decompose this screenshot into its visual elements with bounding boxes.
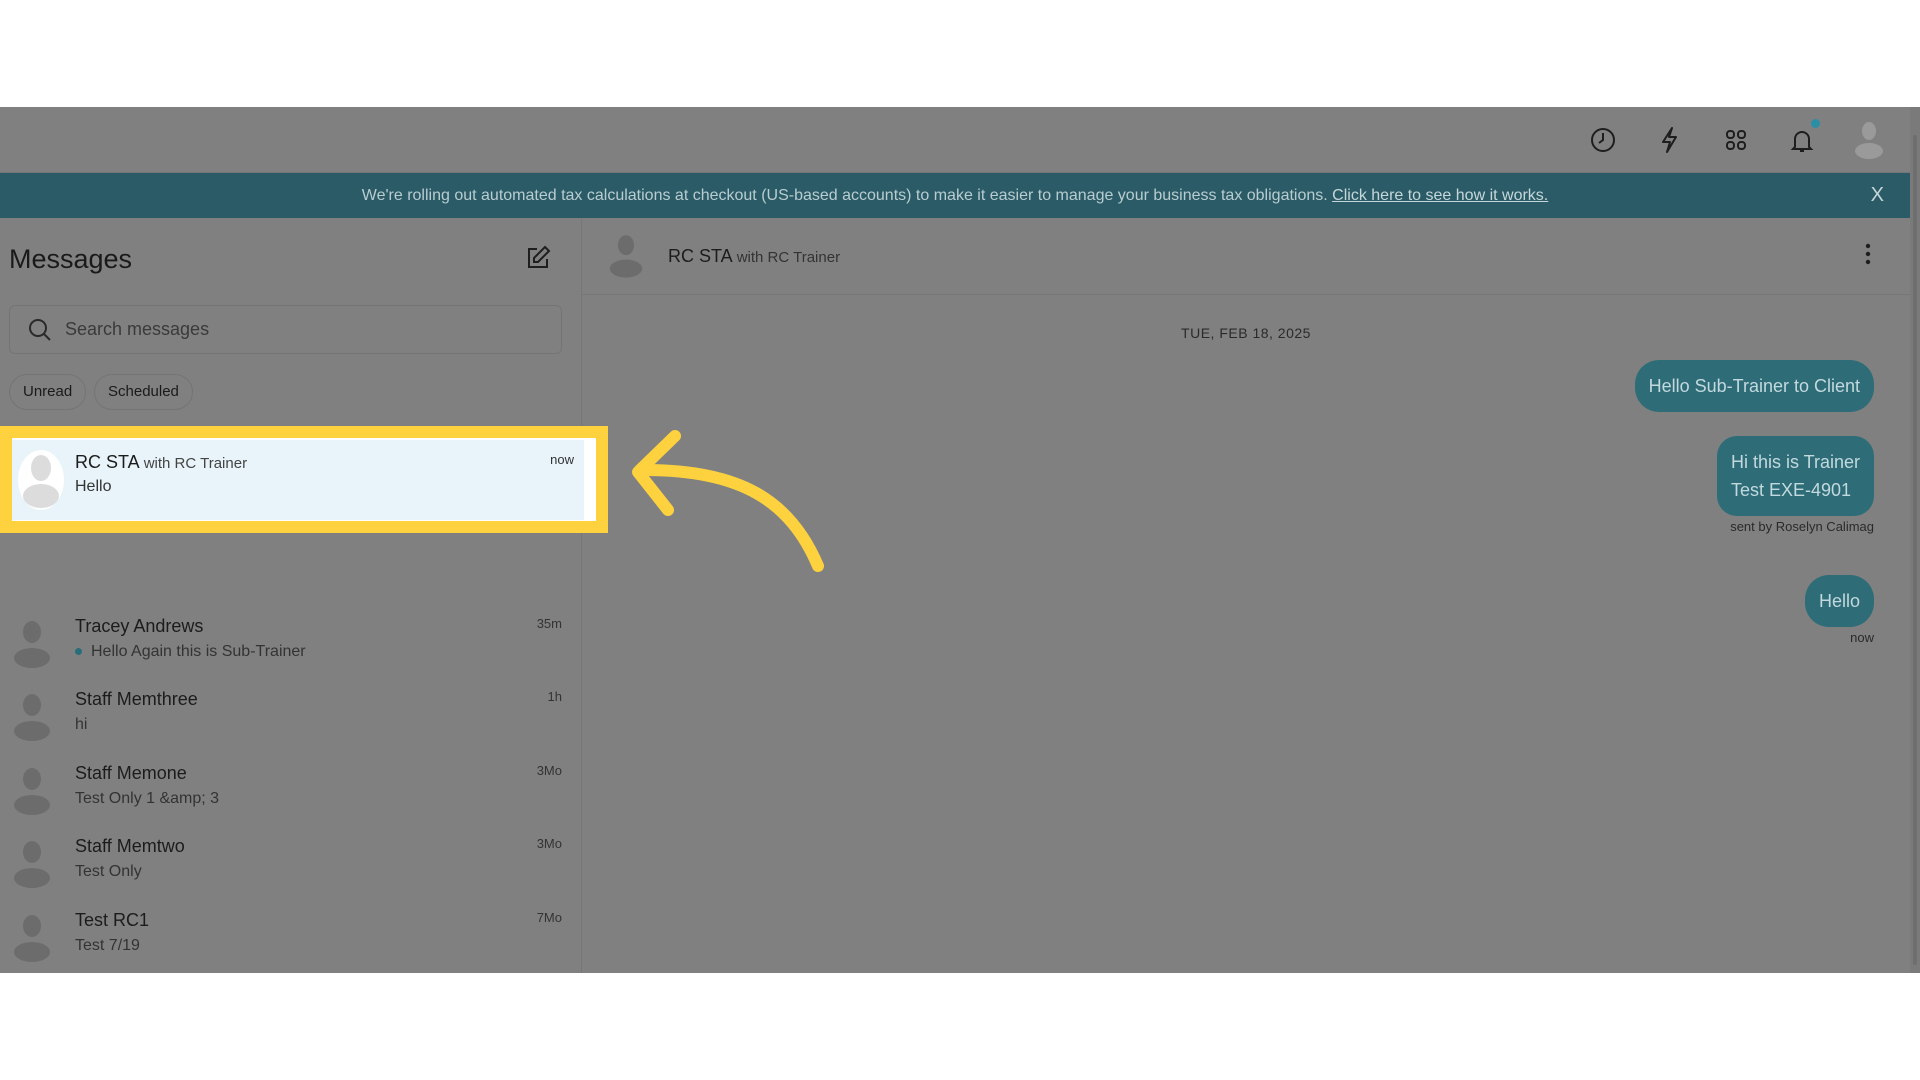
annotation-arrow-icon xyxy=(632,430,824,572)
